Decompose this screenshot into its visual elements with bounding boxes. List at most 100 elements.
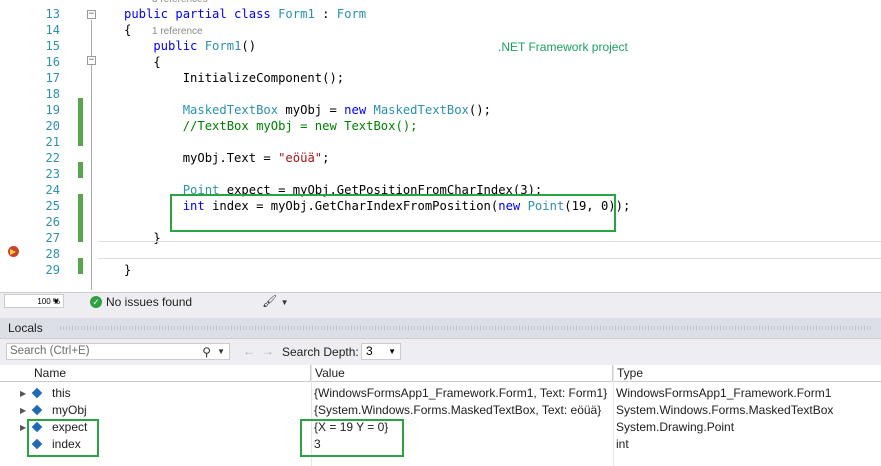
search-placeholder: Search (Ctrl+E) [10, 345, 90, 357]
code-token: InitializeComponent(); [124, 71, 345, 85]
variable-icon [31, 404, 43, 416]
code-highlight-box [170, 194, 616, 232]
search-depth-select[interactable]: 3 ▼ [361, 343, 401, 360]
code-line[interactable]: MaskedTextBox myObj = new MaskedTextBox(… [124, 102, 491, 118]
change-bar [78, 258, 83, 274]
code-token: : [314, 7, 337, 21]
code-line[interactable]: public Form1() [124, 38, 256, 54]
line-number: 23 [45, 167, 60, 181]
search-input[interactable]: Search (Ctrl+E) ⚲ ▼ [6, 343, 230, 360]
code-line[interactable]: { [124, 54, 160, 70]
title-bar-grip [60, 326, 873, 330]
code-token: (); [468, 103, 491, 117]
name-highlight-box [27, 419, 99, 457]
variable-name: myObj [52, 403, 87, 417]
search-depth-label: Search Depth: [282, 345, 359, 359]
variable-name: this [52, 386, 71, 400]
line-number: 26 [45, 215, 60, 229]
expand-arrow-icon[interactable]: ▶ [20, 402, 26, 419]
locals-row[interactable]: ▶ expect {X = 19 Y = 0} System.Drawing.Poin… [0, 419, 881, 436]
variable-value[interactable]: {System.Windows.Forms.MaskedTextBox, Tex… [314, 402, 601, 419]
line-number: 24 [45, 183, 60, 197]
editor-status-bar: 100 % ▼ ✓ No issues found 🖌 ▼ [0, 292, 881, 311]
line-number: 15 [45, 39, 60, 53]
locals-title: Locals [8, 321, 43, 335]
locals-row[interactable]: ▶ myObj {System.Windows.Forms.MaskedTextBo… [0, 402, 881, 419]
code-token: MaskedTextBox [373, 103, 469, 117]
line-number: 18 [45, 87, 60, 101]
code-token: { [124, 23, 132, 37]
code-token: public partial class [124, 7, 279, 21]
check-circle-icon: ✓ [90, 296, 102, 308]
code-line[interactable]: { [124, 22, 131, 38]
code-line[interactable]: //TextBox myObj = new TextBox(); [124, 118, 418, 134]
code-line[interactable]: } [124, 262, 131, 278]
chevron-down-icon[interactable]: ▼ [217, 344, 225, 359]
code-line[interactable]: InitializeComponent(); [124, 70, 344, 86]
locals-toolbar: Search (Ctrl+E) ⚲ ▼ ← → Search Depth: 3 ▼ [0, 339, 881, 365]
code-line[interactable]: public partial class Form1 : Form [124, 6, 366, 22]
code-token: } [124, 263, 132, 277]
line-number: 16 [45, 55, 60, 69]
line-number: 14 [45, 23, 60, 37]
value-highlight-box [300, 419, 404, 457]
change-bar [78, 194, 83, 242]
variable-type: WindowsFormsApp1_Framework.Form1 [616, 386, 832, 400]
line-number: 17 [45, 71, 60, 85]
reference-count-lens[interactable]: 1 reference [152, 26, 203, 37]
code-token: MaskedTextBox [182, 103, 279, 117]
current-line-highlight [98, 241, 881, 259]
zoom-select[interactable]: 100 % ▼ [4, 294, 64, 308]
search-next-button[interactable]: → [262, 344, 274, 358]
expand-arrow-icon[interactable]: ▶ [20, 385, 26, 402]
search-depth-value: 3 [366, 344, 373, 358]
collapse-class-toggle[interactable]: − [87, 10, 96, 19]
line-number: 20 [45, 119, 60, 133]
code-token: Form1 [278, 7, 315, 21]
issues-status[interactable]: No issues found [106, 295, 192, 309]
code-token: public [124, 39, 205, 53]
line-number: 27 [45, 231, 60, 245]
line-number: 19 [45, 103, 60, 117]
line-number: 22 [45, 151, 60, 165]
line-number: 13 [45, 7, 60, 21]
line-number: 21 [45, 135, 60, 149]
code-cleanup-button[interactable]: 🖌 ▼ [262, 294, 289, 308]
variable-type: System.Windows.Forms.MaskedTextBox [616, 403, 834, 417]
code-token: () [241, 39, 257, 53]
variable-type: int [616, 437, 629, 451]
column-header-type[interactable]: Type [613, 365, 881, 382]
collapse-method-toggle[interactable]: − [87, 56, 96, 65]
search-previous-button[interactable]: ← [243, 344, 255, 358]
line-number: 28 [45, 247, 60, 261]
code-token: "eöüä" [278, 151, 323, 165]
current-statement-arrow-icon [10, 249, 16, 255]
panel-splitter[interactable] [0, 310, 881, 318]
line-number: 29 [45, 263, 60, 277]
variable-type: System.Drawing.Point [616, 420, 735, 434]
column-header-name[interactable]: Name [0, 365, 311, 382]
locals-row[interactable]: index 3 int [0, 436, 881, 453]
reference-count-lens[interactable]: 3 references [152, 0, 208, 5]
variable-icon [31, 387, 43, 399]
search-icon[interactable]: ⚲ [202, 345, 211, 360]
change-bar [78, 162, 83, 178]
chevron-down-icon: ▼ [280, 298, 289, 307]
column-header-value[interactable]: Value [311, 365, 613, 382]
chevron-down-icon: ▼ [52, 297, 60, 306]
locals-row[interactable]: ▶ this {WindowsFormsApp1_Framework.Form1, … [0, 385, 881, 402]
code-token: ; [322, 151, 330, 165]
code-line[interactable]: myObj.Text = "eöüä"; [124, 150, 330, 166]
code-token: myObj = [278, 103, 345, 117]
code-token: //TextBox myObj = new TextBox(); [124, 119, 418, 133]
expand-arrow-icon[interactable]: ▶ [20, 419, 26, 436]
code-editor[interactable]: 133 referencespublic partial class Form1… [0, 0, 881, 292]
chevron-down-icon: ▼ [388, 347, 396, 356]
brush-icon: 🖌 [262, 294, 278, 308]
code-token: myObj.Text = [124, 151, 279, 165]
variable-value[interactable]: {WindowsFormsApp1_Framework.Form1, Text:… [314, 385, 607, 402]
change-bar [78, 98, 83, 146]
locals-title-bar[interactable]: Locals [0, 318, 881, 339]
code-token: Form [336, 7, 367, 21]
